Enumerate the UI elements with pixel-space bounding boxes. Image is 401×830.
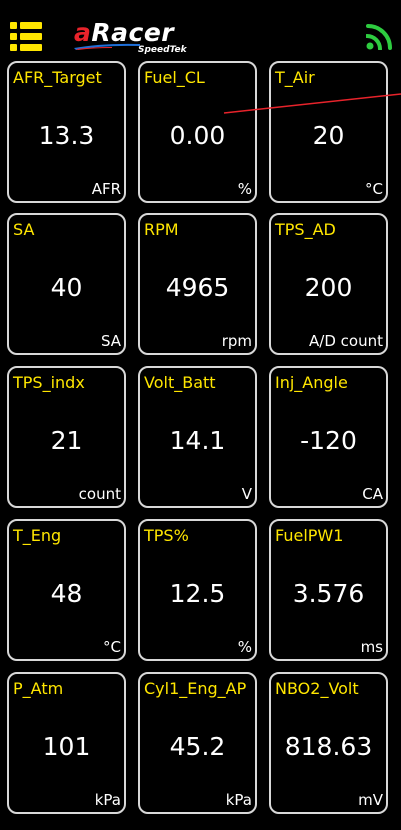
tile-value: 818.63 [284,732,373,761]
tile-label: RPM [144,220,179,239]
tile-tps-indx[interactable]: TPS_indx 21 count [7,366,126,508]
tile-label: Inj_Angle [275,373,348,392]
tile-sa[interactable]: SA 40 SA [7,213,126,355]
menu-list-icon[interactable] [10,22,42,52]
tile-unit: CA [362,485,383,503]
tile-value: 4965 [165,273,230,302]
tile-rpm[interactable]: RPM 4965 rpm [138,213,257,355]
tile-unit: mV [358,791,383,809]
sensor-grid: AFR_Target 13.3 AFR Fuel_CL 0.00 % T_Air… [7,61,397,829]
tile-t-air[interactable]: T_Air 20 °C [269,61,388,203]
tile-unit: kPa [94,791,121,809]
tile-value: 0.00 [169,121,226,150]
tile-value: 21 [50,426,83,455]
tile-unit: AFR [91,180,121,198]
tile-value: 45.2 [169,732,226,761]
tile-unit: A/D count [309,332,383,350]
tile-label: Cyl1_Eng_AP [144,679,247,698]
tile-tps-ad[interactable]: TPS_AD 200 A/D count [269,213,388,355]
tile-value: 48 [50,579,83,608]
tile-label: Volt_Batt [144,373,216,392]
tile-label: Fuel_CL [144,68,205,87]
tile-unit: °C [365,180,383,198]
tile-label: AFR_Target [13,68,102,87]
tile-unit: SA [100,332,121,350]
tile-label: TPS_indx [13,373,85,392]
tile-value: 12.5 [169,579,226,608]
tile-label: P_Atm [13,679,64,698]
tile-cyl1-eng-ap[interactable]: Cyl1_Eng_AP 45.2 kPa [138,672,257,814]
logo-swoosh [74,43,140,50]
tile-value: 3.576 [292,579,365,608]
tile-t-eng[interactable]: T_Eng 48 °C [7,519,126,661]
tile-inj-angle[interactable]: Inj_Angle -120 CA [269,366,388,508]
signal-wifi-icon[interactable] [365,22,394,51]
aracer-logo: aRacer SpeedTek [72,20,197,56]
tile-label: NBO2_Volt [275,679,359,698]
tile-p-atm[interactable]: P_Atm 101 kPa [7,672,126,814]
tile-unit: ms [360,638,383,656]
tile-value: 101 [42,732,91,761]
tile-label: FuelPW1 [275,526,344,545]
tile-label: T_Air [275,68,315,87]
top-bar: aRacer SpeedTek [0,0,401,58]
tile-fuel-cl[interactable]: Fuel_CL 0.00 % [138,61,257,203]
tile-volt-batt[interactable]: Volt_Batt 14.1 V [138,366,257,508]
tile-value: 13.3 [38,121,95,150]
tile-unit: kPa [225,791,252,809]
tile-value: 20 [312,121,345,150]
tile-value: -120 [300,426,357,455]
tile-value: 200 [304,273,353,302]
tile-unit: % [237,180,252,198]
logo-subtitle: SpeedTek [138,45,187,55]
tile-label: T_Eng [13,526,62,545]
tile-unit: % [237,638,252,656]
tile-value: 14.1 [169,426,226,455]
tile-unit: V [241,485,252,503]
tile-tps-percent[interactable]: TPS% 12.5 % [138,519,257,661]
tile-fuelpw1[interactable]: FuelPW1 3.576 ms [269,519,388,661]
tile-unit: °C [103,638,121,656]
tile-value: 40 [50,273,83,302]
tile-label: TPS% [144,526,189,545]
tile-label: SA [13,220,35,239]
tile-unit: count [78,485,121,503]
tile-nbo2-volt[interactable]: NBO2_Volt 818.63 mV [269,672,388,814]
tile-afr-target[interactable]: AFR_Target 13.3 AFR [7,61,126,203]
tile-unit: rpm [221,332,252,350]
tile-label: TPS_AD [275,220,336,239]
